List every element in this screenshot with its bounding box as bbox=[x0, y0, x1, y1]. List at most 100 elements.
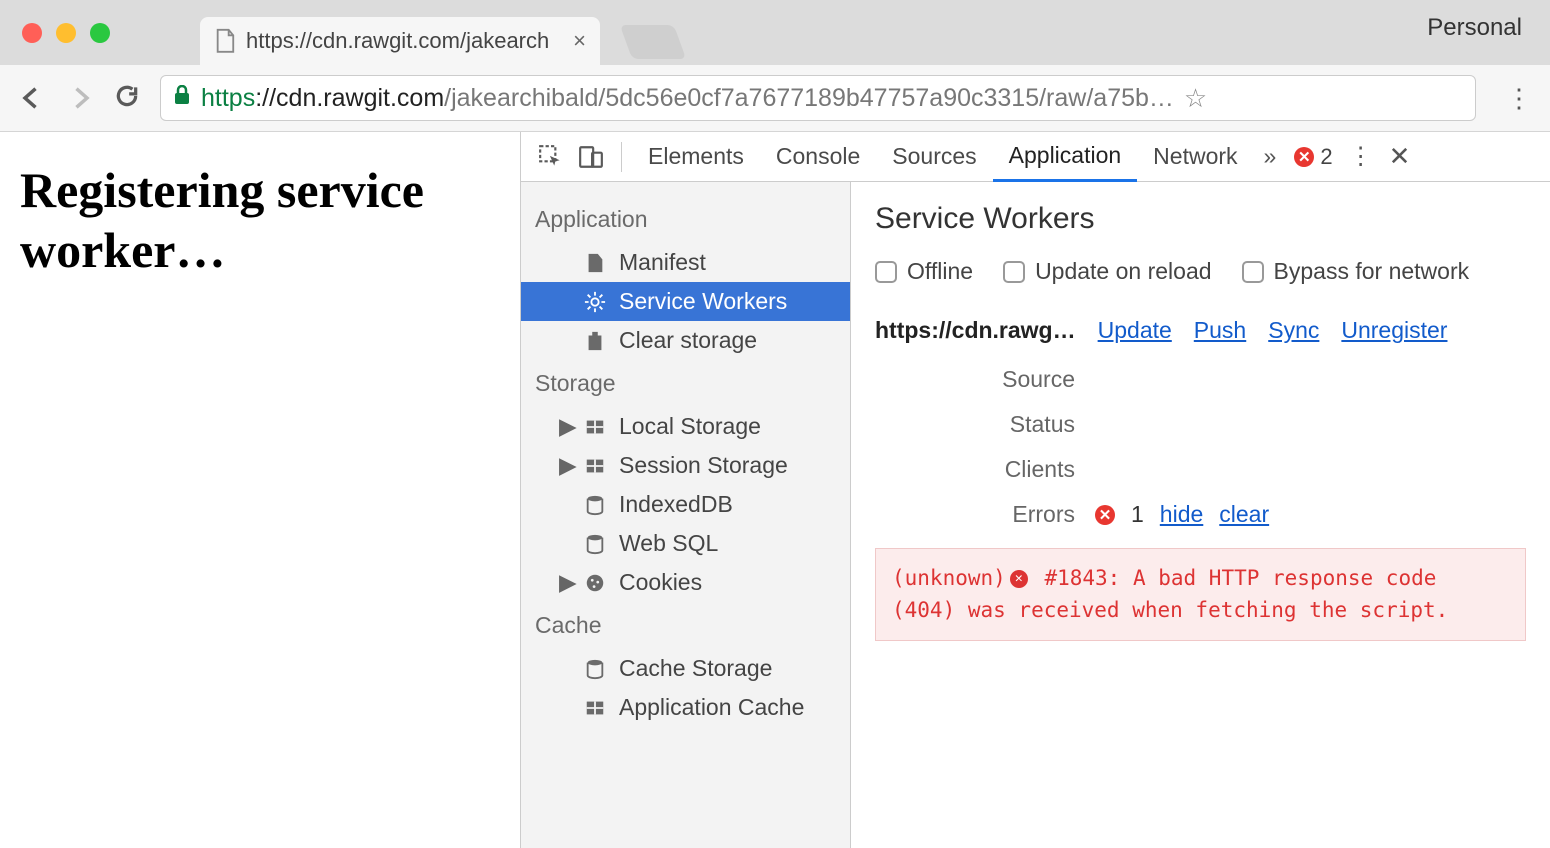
devtools-body: Application ▶Manifest ▶Service Workers ▶… bbox=[521, 182, 1550, 848]
tab-application[interactable]: Application bbox=[993, 132, 1138, 182]
unregister-link[interactable]: Unregister bbox=[1341, 317, 1447, 344]
page-heading: Registering service worker… bbox=[20, 160, 500, 280]
inspect-element-icon[interactable] bbox=[538, 144, 564, 170]
error-message-box: (unknown)✕ #1843: A bad HTTP response co… bbox=[875, 548, 1526, 641]
sidebar-item-label: IndexedDB bbox=[619, 491, 733, 518]
close-tab-icon[interactable]: × bbox=[573, 28, 586, 54]
kv-label: Source bbox=[875, 366, 1095, 393]
sidebar-item-service-workers[interactable]: ▶Service Workers bbox=[521, 282, 850, 321]
kv-clients: Clients bbox=[875, 456, 1526, 483]
reload-button[interactable] bbox=[114, 83, 140, 114]
more-tabs-chevron-icon[interactable]: » bbox=[1264, 143, 1277, 170]
sidebar-item-label: Clear storage bbox=[619, 327, 757, 354]
browser-menu-button[interactable]: ⋮ bbox=[1506, 83, 1532, 114]
url-toolbar: https://cdn.rawgit.com/jakearchibald/5dc… bbox=[0, 65, 1550, 132]
devtools: Elements Console Sources Application Net… bbox=[520, 132, 1550, 848]
panel-title: Service Workers bbox=[875, 202, 1526, 236]
error-counter[interactable]: ✕ 2 bbox=[1294, 144, 1332, 170]
sidebar-item-cache-storage[interactable]: ▶Cache Storage bbox=[521, 649, 850, 688]
sidebar-item-label: Manifest bbox=[619, 249, 706, 276]
service-workers-panel: Service Workers Offline Update on reload… bbox=[851, 182, 1550, 848]
url-host: ://cdn.rawgit.com bbox=[255, 84, 444, 113]
sidebar-item-application-cache[interactable]: ▶Application Cache bbox=[521, 688, 850, 727]
sidebar-item-label: Cookies bbox=[619, 569, 702, 596]
profile-label[interactable]: Personal bbox=[1427, 14, 1522, 42]
trash-icon bbox=[583, 329, 607, 353]
cookie-icon bbox=[583, 571, 607, 595]
sidebar-section-storage: Storage bbox=[521, 360, 850, 407]
kv-label: Status bbox=[875, 411, 1095, 438]
sidebar-item-indexeddb[interactable]: ▶IndexedDB bbox=[521, 485, 850, 524]
close-window-button[interactable] bbox=[22, 23, 42, 43]
kv-source: Source bbox=[875, 366, 1526, 393]
checkbox-label: Bypass for network bbox=[1274, 258, 1470, 285]
forward-button[interactable] bbox=[66, 84, 94, 112]
sidebar-item-websql[interactable]: ▶Web SQL bbox=[521, 524, 850, 563]
panel-options: Offline Update on reload Bypass for netw… bbox=[875, 258, 1526, 285]
back-button[interactable] bbox=[18, 84, 46, 112]
sidebar-item-session-storage[interactable]: ▶Session Storage bbox=[521, 446, 850, 485]
sidebar-item-local-storage[interactable]: ▶Local Storage bbox=[521, 407, 850, 446]
hide-errors-link[interactable]: hide bbox=[1160, 501, 1203, 528]
kv-value: ✕ 1 hide clear bbox=[1095, 501, 1269, 528]
error-icon: ✕ bbox=[1095, 505, 1115, 525]
sidebar-item-clear-storage[interactable]: ▶Clear storage bbox=[521, 321, 850, 360]
gear-icon bbox=[583, 290, 607, 314]
devtools-close-icon[interactable]: ✕ bbox=[1389, 141, 1411, 172]
sidebar-item-label: Session Storage bbox=[619, 452, 788, 479]
browser-tab[interactable]: https://cdn.rawgit.com/jakearch × bbox=[200, 17, 600, 65]
bookmark-star-icon[interactable]: ☆ bbox=[1184, 83, 1207, 114]
kv-errors: Errors ✕ 1 hide clear bbox=[875, 501, 1526, 528]
lock-icon bbox=[173, 85, 191, 111]
error-icon: ✕ bbox=[1010, 570, 1028, 588]
offline-checkbox[interactable]: Offline bbox=[875, 258, 973, 285]
push-link[interactable]: Push bbox=[1194, 317, 1246, 344]
checkbox-label: Update on reload bbox=[1035, 258, 1211, 285]
page-icon bbox=[214, 28, 236, 54]
grid-icon bbox=[583, 415, 607, 439]
update-on-reload-checkbox[interactable]: Update on reload bbox=[1003, 258, 1211, 285]
update-link[interactable]: Update bbox=[1098, 317, 1172, 344]
sidebar-section-cache: Cache bbox=[521, 602, 850, 649]
file-icon bbox=[583, 251, 607, 275]
sidebar-item-cookies[interactable]: ▶Cookies bbox=[521, 563, 850, 602]
database-icon bbox=[583, 532, 607, 556]
tab-console[interactable]: Console bbox=[760, 132, 876, 182]
new-tab-button[interactable] bbox=[620, 25, 686, 59]
database-icon bbox=[583, 657, 607, 681]
devtools-toolbar: Elements Console Sources Application Net… bbox=[521, 132, 1550, 182]
kv-label: Clients bbox=[875, 456, 1095, 483]
sidebar-item-label: Cache Storage bbox=[619, 655, 772, 682]
sidebar-item-label: Web SQL bbox=[619, 530, 718, 557]
device-toggle-icon[interactable] bbox=[578, 144, 604, 170]
minimize-window-button[interactable] bbox=[56, 23, 76, 43]
sw-error-count: 1 bbox=[1131, 501, 1144, 528]
sidebar-section-application: Application bbox=[521, 196, 850, 243]
error-source: (unknown) bbox=[892, 566, 1006, 590]
tab-strip: https://cdn.rawgit.com/jakearch × bbox=[200, 0, 680, 65]
bypass-for-network-checkbox[interactable]: Bypass for network bbox=[1242, 258, 1470, 285]
tab-elements[interactable]: Elements bbox=[632, 132, 760, 182]
url-path: /jakearchibald/5dc56e0cf7a7677189b47757a… bbox=[444, 84, 1174, 113]
tab-title: https://cdn.rawgit.com/jakearch bbox=[246, 28, 549, 54]
traffic-lights bbox=[22, 23, 110, 43]
devtools-menu-icon[interactable]: ⋮ bbox=[1349, 142, 1373, 171]
tab-network[interactable]: Network bbox=[1137, 132, 1253, 182]
error-icon: ✕ bbox=[1294, 147, 1314, 167]
application-sidebar: Application ▶Manifest ▶Service Workers ▶… bbox=[521, 182, 851, 848]
database-icon bbox=[583, 493, 607, 517]
tab-sources[interactable]: Sources bbox=[876, 132, 992, 182]
maximize-window-button[interactable] bbox=[90, 23, 110, 43]
sidebar-item-label: Service Workers bbox=[619, 288, 787, 315]
sidebar-item-manifest[interactable]: ▶Manifest bbox=[521, 243, 850, 282]
sidebar-item-label: Application Cache bbox=[619, 694, 804, 721]
address-bar[interactable]: https://cdn.rawgit.com/jakearchibald/5dc… bbox=[160, 75, 1476, 121]
error-count: 2 bbox=[1320, 144, 1332, 170]
divider bbox=[621, 142, 622, 172]
sync-link[interactable]: Sync bbox=[1268, 317, 1319, 344]
grid-icon bbox=[583, 696, 607, 720]
clear-errors-link[interactable]: clear bbox=[1219, 501, 1269, 528]
sw-origin-row: https://cdn.rawg… Update Push Sync Unreg… bbox=[875, 317, 1526, 344]
url-scheme: https bbox=[201, 84, 255, 113]
sidebar-item-label: Local Storage bbox=[619, 413, 761, 440]
